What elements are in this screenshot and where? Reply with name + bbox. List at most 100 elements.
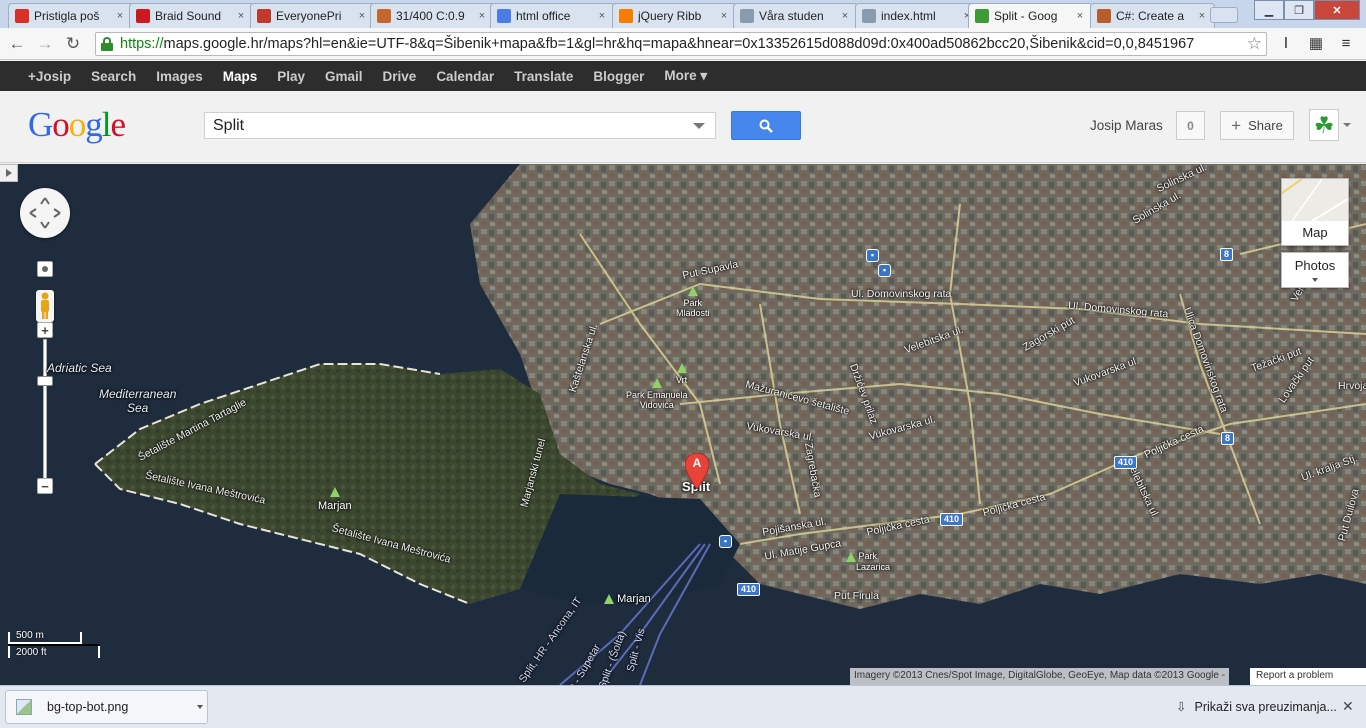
pan-control[interactable] [20, 188, 70, 238]
new-tab-button[interactable] [1210, 7, 1238, 23]
search-button[interactable] [731, 111, 801, 140]
park-label[interactable]: Park Emanuela Vidovića [626, 378, 688, 410]
search-input-value: Split [213, 116, 245, 134]
minimize-icon[interactable]: ▁ [1254, 0, 1284, 20]
zoom-out-button[interactable]: − [37, 478, 53, 494]
show-all-downloads-link[interactable]: ⇩ Prikaži sva preuzimanja... [1176, 699, 1337, 714]
tab-close-icon[interactable]: × [1196, 10, 1208, 22]
bookmark-star-icon[interactable]: ☆ [1247, 34, 1262, 54]
browser-tab[interactable]: Våra studen × [733, 3, 858, 28]
map-thumbnail [1281, 178, 1349, 222]
browser-tab[interactable]: Split - Goog × [968, 3, 1093, 28]
browser-toolbar: ← → ↻ https://maps.google.hr/maps?hl=en&… [0, 28, 1366, 60]
zoom-slider-handle[interactable] [37, 376, 53, 386]
gbar-link[interactable]: Blogger [593, 69, 644, 84]
gbar-link[interactable]: +Josip [28, 69, 71, 84]
street-label: Ul. Domovinskog rata [851, 288, 952, 300]
search-input[interactable]: Split [204, 112, 716, 139]
google-bar: +Josip Search Images Maps Play Gmail Drive Cale… [0, 61, 1366, 91]
map-type-map-button[interactable]: Map [1281, 178, 1349, 246]
tab-close-icon[interactable]: × [596, 10, 608, 22]
gbar-link[interactable]: Maps [223, 69, 258, 84]
park-name: Park [858, 551, 878, 561]
account-dropdown-icon[interactable] [1343, 123, 1351, 127]
gbar-link[interactable]: Play [277, 69, 305, 84]
sea-label: Mediterranean [99, 387, 177, 401]
map-attribution: Imagery ©2013 Cnes/Spot Image, DigitalGl… [850, 668, 1230, 685]
back-arrow-icon[interactable]: ← [6, 33, 28, 55]
browser-tab[interactable]: jQuery Ribb × [612, 3, 737, 28]
download-menu-icon[interactable] [197, 705, 203, 709]
tab-close-icon[interactable]: × [114, 10, 126, 22]
browser-tab[interactable]: EveryonePri × [250, 3, 375, 28]
tab-title: Pristigla poš [34, 9, 100, 23]
page-icon [862, 9, 876, 23]
park-icon [676, 363, 687, 373]
park-label[interactable]: Marjan [604, 593, 651, 605]
report-problem-link[interactable]: Report a problem [1250, 668, 1366, 685]
browser-tab[interactable]: html office × [490, 3, 615, 28]
ferry-terminal-icon[interactable]: ▪ [719, 535, 732, 548]
location-marker[interactable]: A [684, 452, 710, 490]
gbar-link[interactable]: Search [91, 69, 136, 84]
window-controls: ▁ ❐ ✕ [1254, 0, 1360, 20]
address-bar[interactable]: https://maps.google.hr/maps?hl=en&ie=UTF… [95, 32, 1267, 56]
browser-tab[interactable]: Pristigla poš × [8, 3, 133, 28]
avatar[interactable]: ☘ [1309, 109, 1339, 141]
park-label[interactable]: Park Mladosti [676, 286, 710, 318]
google-logo[interactable]: Google [28, 105, 126, 145]
maps-icon [975, 9, 989, 23]
close-window-icon[interactable]: ✕ [1314, 0, 1360, 20]
bus-station-icon[interactable]: ▪ [866, 249, 879, 262]
download-item[interactable]: bg-top-bot.png [5, 690, 208, 724]
close-shelf-icon[interactable]: ✕ [1342, 698, 1354, 715]
gbar-link[interactable]: Gmail [325, 69, 363, 84]
wrench-menu-icon[interactable]: ≡ [1335, 32, 1357, 54]
park-icon [846, 551, 856, 562]
tab-close-icon[interactable]: × [1074, 10, 1086, 22]
tab-close-icon[interactable]: × [356, 10, 368, 22]
zoom-slider-track[interactable] [43, 339, 47, 479]
street-label: Put Firula [834, 590, 879, 602]
url-text: maps.google.hr/maps?hl=en&ie=UTF-8&q=Šib… [163, 36, 1195, 52]
park-label[interactable]: Park Lazarica [846, 551, 890, 572]
search-dropdown-icon[interactable] [693, 123, 705, 129]
browser-tab[interactable]: index.html × [855, 3, 980, 28]
code-icon [1097, 9, 1111, 23]
park-icon [651, 378, 662, 388]
gbar-link[interactable]: Calendar [436, 69, 494, 84]
reload-icon[interactable]: ↻ [62, 33, 84, 55]
tab-close-icon[interactable]: × [476, 10, 488, 22]
browser-tab[interactable]: Braid Sound × [129, 3, 254, 28]
map-type-photos-button[interactable]: Photos [1281, 252, 1349, 288]
share-button[interactable]: + Share [1220, 111, 1294, 140]
notification-count[interactable]: 0 [1176, 111, 1205, 140]
browser-tab[interactable]: C#: Create a × [1090, 3, 1215, 28]
collapse-panel-icon[interactable] [0, 164, 18, 182]
screenshot-extension-icon[interactable]: ▦ [1305, 32, 1327, 54]
forward-arrow-icon[interactable]: → [34, 33, 56, 55]
pegman-icon[interactable] [36, 290, 54, 322]
street-label: Hrvoja [1338, 380, 1366, 392]
park-name: Marjan [617, 593, 651, 605]
gbar-link[interactable]: Images [156, 69, 203, 84]
reset-view-icon[interactable] [37, 261, 53, 277]
user-name[interactable]: Josip Maras [1090, 118, 1163, 133]
tab-close-icon[interactable]: × [235, 10, 247, 22]
park-label[interactable]: Marjan [318, 487, 352, 512]
gbar-link[interactable]: Drive [383, 69, 417, 84]
train-station-icon[interactable]: ▪ [878, 264, 891, 277]
map-scale: 500 m 2000 ft [8, 630, 100, 658]
zoom-in-button[interactable]: + [37, 322, 53, 338]
logo-letter: g [85, 105, 102, 144]
map-canvas[interactable]: + − Adriatic Sea Mediterranean Sea Split… [0, 164, 1366, 685]
maximize-icon[interactable]: ❐ [1284, 0, 1314, 20]
tab-close-icon[interactable]: × [718, 10, 730, 22]
tab-close-icon[interactable]: × [839, 10, 851, 22]
gbar-link[interactable]: More ▾ [664, 68, 707, 84]
reader-extension-icon[interactable]: Ⅰ [1275, 32, 1297, 54]
gbar-link[interactable]: Translate [514, 69, 573, 84]
road-shield: 8 [1220, 248, 1234, 261]
browser-tab[interactable]: 31/400 C:0.9 × [370, 3, 495, 28]
road-shield: 410 [940, 513, 964, 526]
